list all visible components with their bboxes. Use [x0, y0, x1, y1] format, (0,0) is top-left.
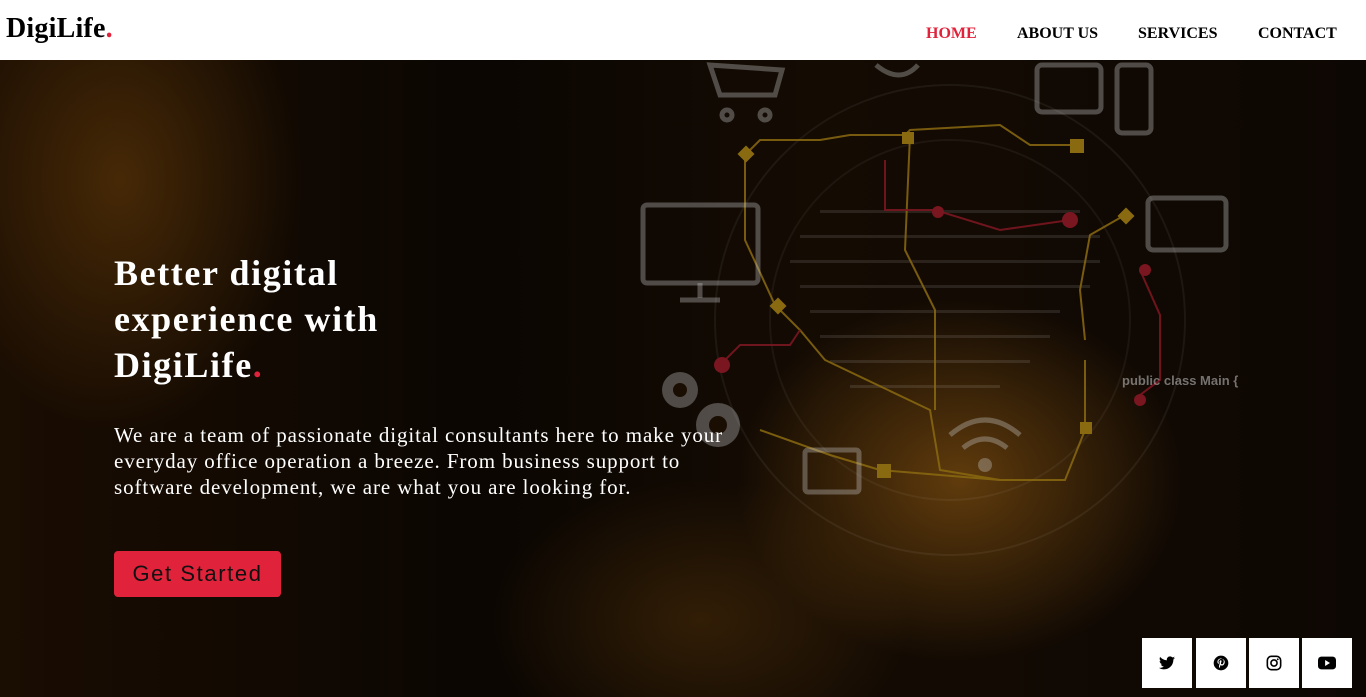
nav-contact[interactable]: CONTACT — [1258, 26, 1337, 42]
hero-description: We are a team of passionate digital cons… — [114, 423, 724, 499]
hero-title-dot: . — [252, 345, 264, 385]
brand-dot: . — [105, 13, 113, 44]
hero-title: Better digital experience with DigiLife. — [114, 250, 414, 388]
nav-about-us[interactable]: ABOUT US — [1017, 26, 1098, 42]
pinterest-button[interactable] — [1196, 638, 1246, 688]
youtube-button[interactable] — [1302, 638, 1352, 688]
nav-home[interactable]: HOME — [926, 26, 977, 42]
hero-content: Better digital experience with DigiLife.… — [114, 250, 774, 597]
navbar: DigiLife. HOME ABOUT US SERVICES CONTACT — [0, 0, 1366, 60]
hero-section: public class Main { Better digital exper… — [0, 60, 1366, 697]
twitter-button[interactable] — [1142, 638, 1192, 688]
code-snippet-text: public class Main { — [1122, 373, 1238, 388]
hero-title-brand: DigiLife — [114, 345, 253, 385]
hero-title-line-2: experience with — [114, 299, 379, 339]
get-started-button[interactable]: Get Started — [114, 551, 281, 597]
instagram-button[interactable] — [1249, 638, 1299, 688]
youtube-icon — [1318, 656, 1336, 670]
hero-title-line-3: DigiLife. — [114, 342, 414, 388]
hero-title-line-1: Better digital — [114, 253, 339, 293]
brand-logo[interactable]: DigiLife. — [6, 15, 113, 43]
pinterest-icon — [1213, 655, 1229, 671]
brand-name: DigiLife — [6, 13, 106, 44]
nav-services[interactable]: SERVICES — [1138, 26, 1217, 42]
twitter-icon — [1159, 656, 1175, 670]
instagram-icon — [1266, 655, 1282, 671]
